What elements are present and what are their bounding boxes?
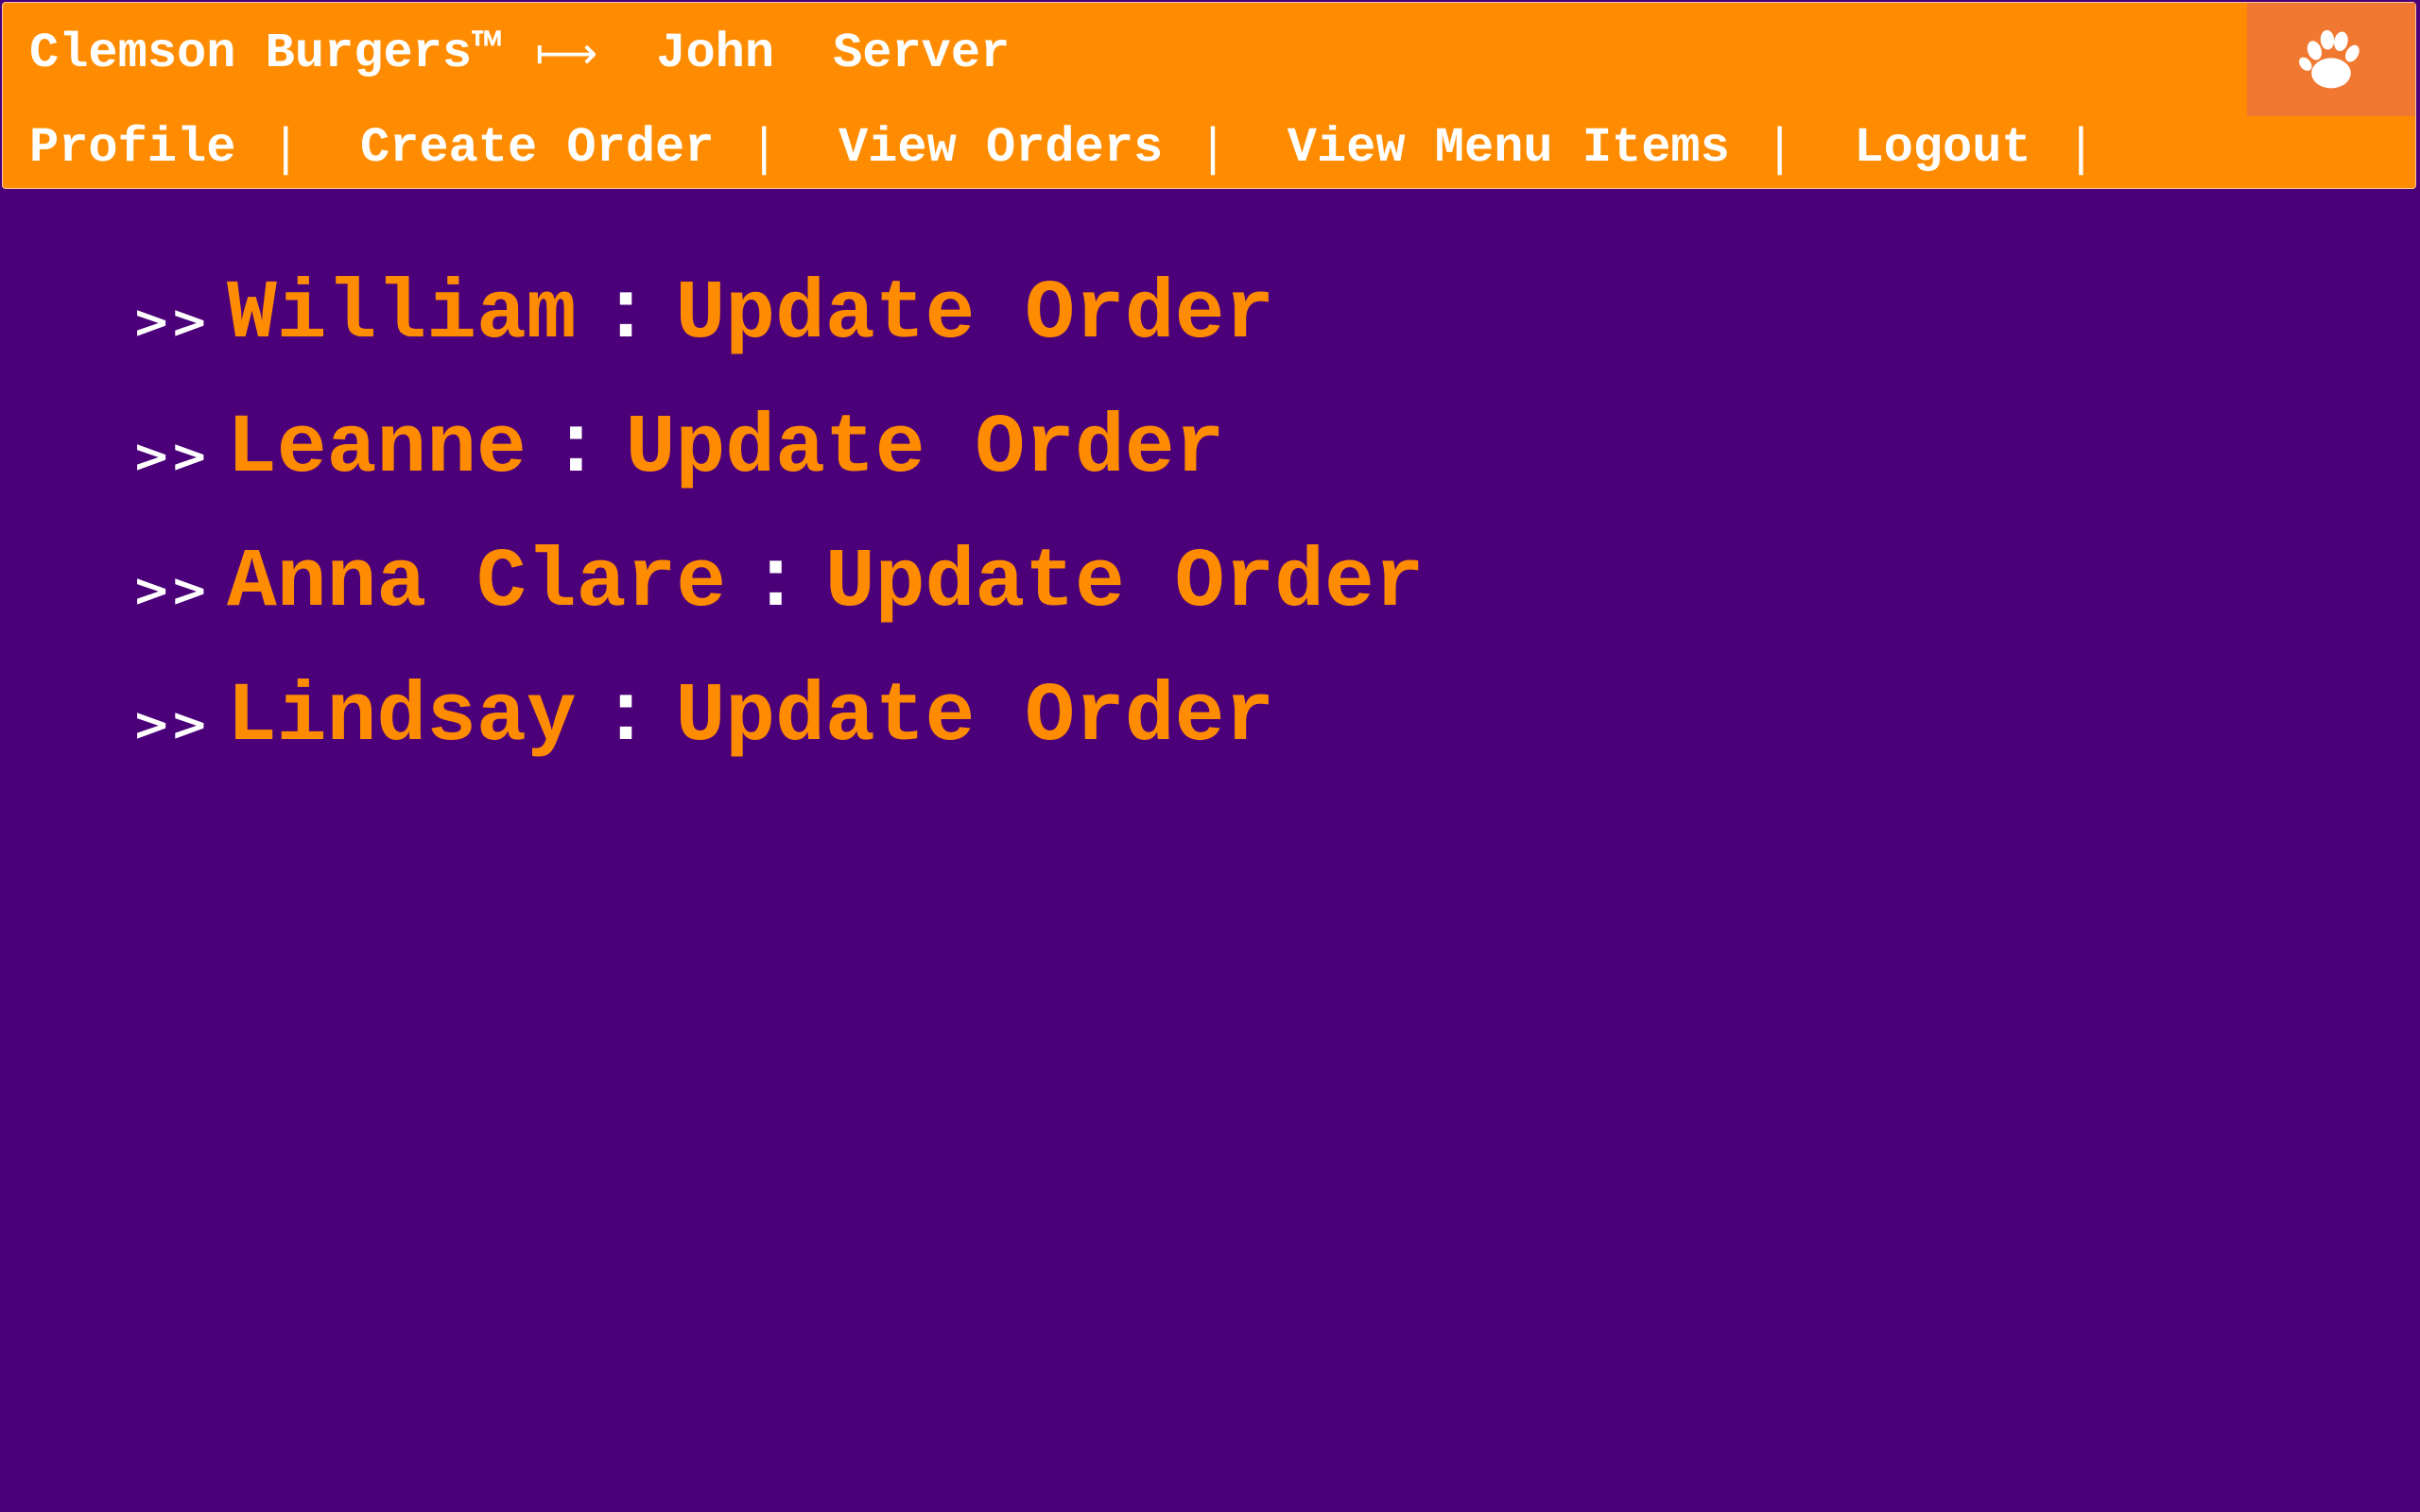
customer-name: William [227,267,577,362]
nav-separator: | [1771,119,1789,176]
row-prefix: >> [132,296,209,349]
colon-separator: : [600,267,651,362]
logo [2247,3,2415,116]
row-prefix: >> [132,564,209,617]
list-item: >> Anna Clare : Update Order [132,516,1425,650]
nav-logout[interactable]: Logout [1854,120,2031,176]
main-nav: Profile | Create Order | View Orders | V… [29,114,2155,180]
nav-separator: | [277,119,294,176]
user-name: John [656,25,775,81]
update-order-link[interactable]: Update Order [626,403,1225,496]
nav-view-menu-items[interactable]: View Menu Items [1288,120,1730,176]
list-item: >> Leanne : Update Order [132,382,1425,516]
orders-list: >> William : Update Order >> Leanne : Up… [132,248,1425,784]
nav-profile[interactable]: Profile [29,120,235,176]
nav-separator: | [1204,119,1221,176]
colon-separator: : [751,536,801,630]
brand-name: Clemson Burgers™ [29,25,502,81]
list-item: >> William : Update Order [132,248,1425,382]
nav-create-order[interactable]: Create Order [360,120,714,176]
nav-view-orders[interactable]: View Orders [838,120,1163,176]
user-role: Server [833,25,1011,81]
update-order-link[interactable]: Update Order [675,268,1274,362]
tiger-paw-icon [2299,29,2360,89]
update-order-link[interactable]: Update Order [825,537,1425,630]
colon-separator: : [550,402,601,496]
nav-separator: | [2072,119,2090,176]
arrow-icon: ⟼ [535,27,598,78]
customer-name: Lindsay [227,670,577,765]
row-prefix: >> [132,430,209,483]
row-prefix: >> [132,698,209,751]
list-item: >> Lindsay : Update Order [132,650,1425,784]
update-order-link[interactable]: Update Order [675,671,1274,765]
customer-name: Anna Clare [227,536,727,630]
colon-separator: : [600,670,651,765]
title-row: Clemson Burgers™ ⟼ John Server [29,20,1010,86]
customer-name: Leanne [227,402,527,496]
nav-separator: | [755,119,772,176]
top-header: Clemson Burgers™ ⟼ John Server Profile |… [2,2,2416,189]
